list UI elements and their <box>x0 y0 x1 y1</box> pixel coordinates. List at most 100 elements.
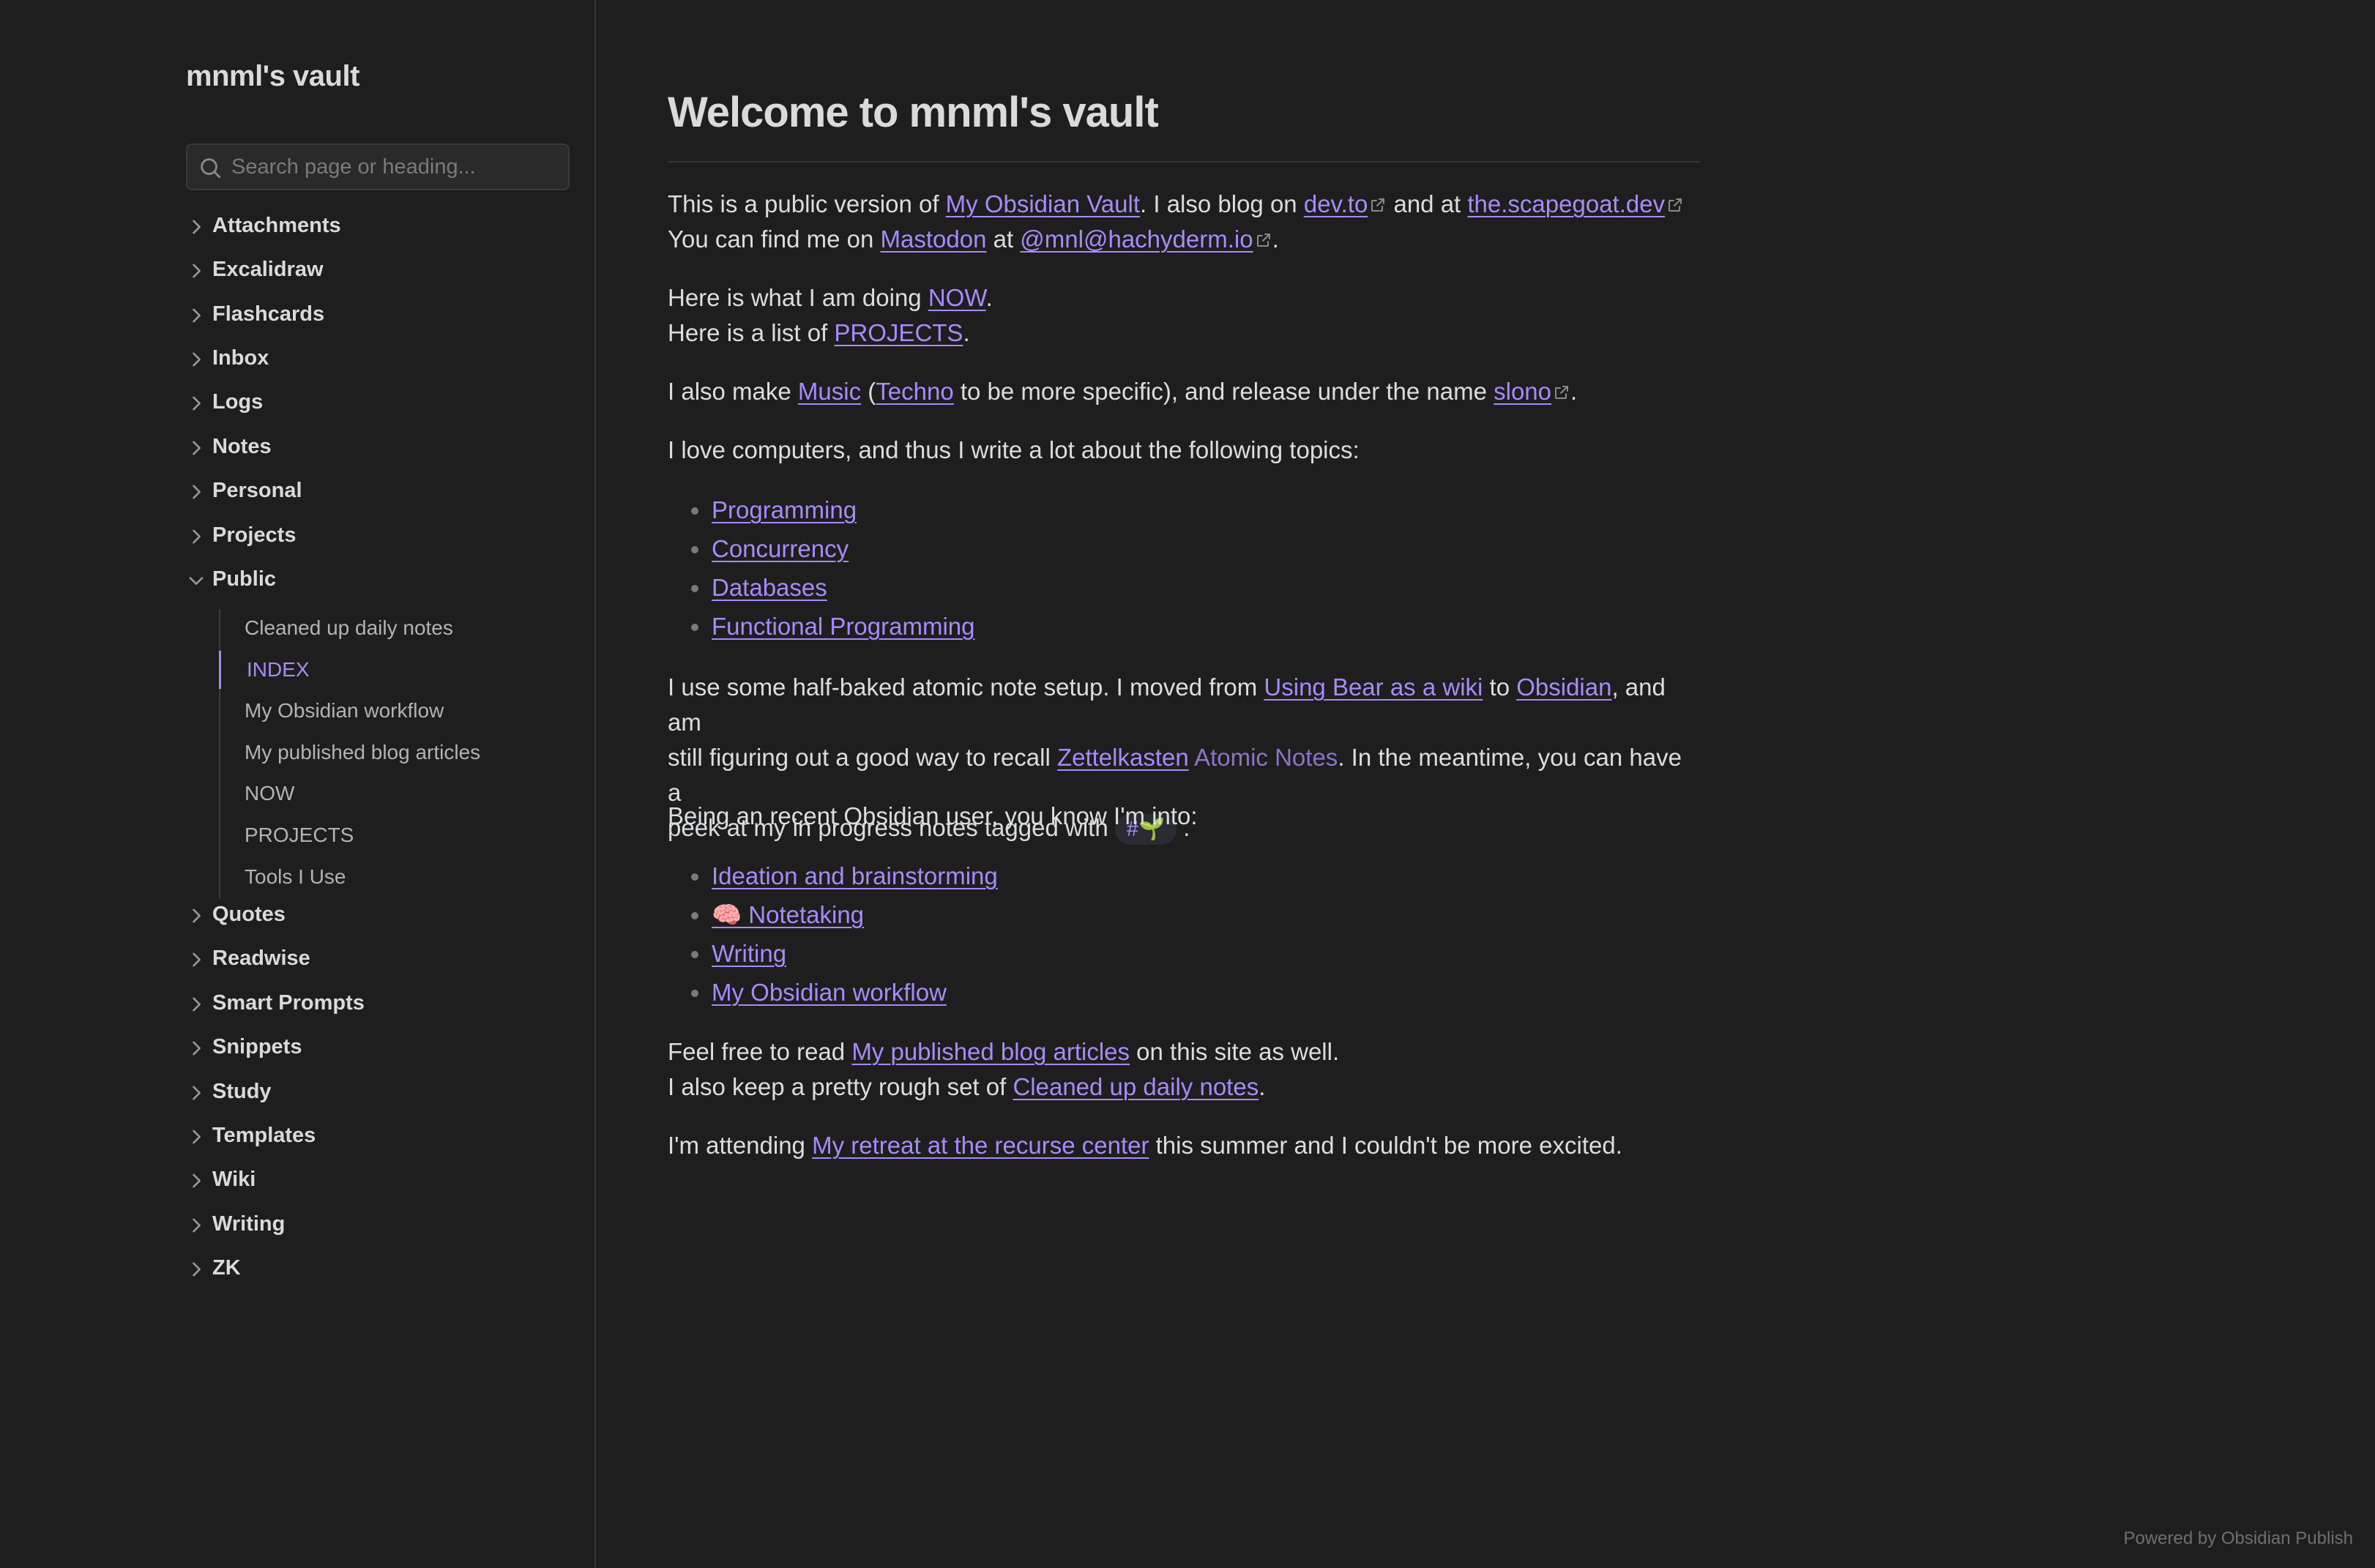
link-dev-to[interactable]: dev.to <box>1304 190 1368 217</box>
text: . <box>1570 378 1578 405</box>
list-item: Concurrency <box>668 529 975 568</box>
link-techno[interactable]: Techno <box>876 378 953 405</box>
file-now[interactable]: NOW <box>219 774 556 813</box>
chevron-right-icon <box>186 1215 206 1236</box>
link-databases[interactable]: Databases <box>712 574 827 601</box>
link-mastodon[interactable]: Mastodon <box>881 225 987 253</box>
folder-label: Projects <box>212 523 297 547</box>
folder-label: Personal <box>212 479 302 502</box>
powered-by-footer[interactable]: Powered by Obsidian Publish <box>2123 1528 2353 1549</box>
link-atomic-notes-unresolved[interactable]: Atomic Notes <box>1194 744 1338 771</box>
folder-projects[interactable]: Projects <box>186 516 567 557</box>
link-projects[interactable]: PROJECTS <box>834 319 963 346</box>
chevron-right-icon <box>186 482 206 502</box>
text: to <box>1483 673 1517 701</box>
folder-inbox[interactable]: Inbox <box>186 339 567 380</box>
folder-wiki[interactable]: Wiki <box>186 1160 567 1201</box>
interests-intro: Being an recent Obsidian user, you know … <box>668 802 1198 829</box>
link-recurse-retreat[interactable]: My retreat at the recurse center <box>812 1132 1149 1159</box>
link-music[interactable]: Music <box>798 378 861 405</box>
chevron-right-icon <box>186 349 206 370</box>
folder-snippets[interactable]: Snippets <box>186 1028 567 1069</box>
folder-label: Inbox <box>212 346 269 370</box>
text: and at <box>1387 190 1468 217</box>
intro-paragraph: This is a public version of My Obsidian … <box>668 187 1700 257</box>
link-obsidian[interactable]: Obsidian <box>1516 673 1611 701</box>
external-link-icon <box>1369 196 1387 214</box>
link-slono[interactable]: slono <box>1494 378 1551 405</box>
folder-public[interactable]: Public <box>186 560 567 601</box>
link-functional-programming[interactable]: Functional Programming <box>712 613 975 640</box>
folder-label: Logs <box>212 390 264 414</box>
folder-label: Readwise <box>212 947 310 970</box>
link-mastodon-handle[interactable]: @mnl@hachyderm.io <box>1020 225 1253 253</box>
chevron-right-icon <box>186 1083 206 1103</box>
sidebar: mnml's vault Attachments Excalidraw Flas… <box>0 0 596 1568</box>
text: I'm attending <box>668 1132 813 1159</box>
text: . <box>1272 225 1279 253</box>
folder-label: Attachments <box>212 214 341 237</box>
file-cleaned-up-daily-notes[interactable]: Cleaned up daily notes <box>219 609 556 647</box>
folder-label: Excalidraw <box>212 258 324 281</box>
search-box[interactable] <box>186 143 570 190</box>
link-zettelkasten[interactable]: Zettelkasten <box>1057 744 1189 771</box>
link-scapegoat-dev[interactable]: the.scapegoat.dev <box>1467 190 1665 217</box>
folder-zk[interactable]: ZK <box>186 1249 567 1290</box>
folder-notes[interactable]: Notes <box>186 428 567 468</box>
folder-label: Templates <box>212 1124 316 1147</box>
folder-excalidraw[interactable]: Excalidraw <box>186 250 567 291</box>
text: this summer and I couldn't be more excit… <box>1149 1132 1622 1159</box>
folder-smart-prompts[interactable]: Smart Prompts <box>186 984 567 1025</box>
file-index-active[interactable]: INDEX <box>219 651 556 689</box>
file-projects[interactable]: PROJECTS <box>219 816 556 854</box>
external-link-icon <box>1666 196 1684 214</box>
link-writing[interactable]: Writing <box>712 940 786 967</box>
folder-quotes[interactable]: Quotes <box>186 895 567 936</box>
file-label: My Obsidian workflow <box>245 699 444 722</box>
link-ideation[interactable]: Ideation and brainstorming <box>712 862 998 889</box>
link-concurrency[interactable]: Concurrency <box>712 535 849 562</box>
link-my-obsidian-workflow[interactable]: My Obsidian workflow <box>712 979 947 1006</box>
page-title: Welcome to mnml's vault <box>668 89 1159 136</box>
folder-label: Notes <box>212 435 272 458</box>
link-using-bear-as-a-wiki[interactable]: Using Bear as a wiki <box>1264 673 1483 701</box>
file-tools-i-use[interactable]: Tools I Use <box>219 858 556 896</box>
text: at <box>986 225 1021 253</box>
list-item: Functional Programming <box>668 607 975 646</box>
file-my-published-blog-articles[interactable]: My published blog articles <box>219 733 556 772</box>
folder-label: Snippets <box>212 1035 302 1059</box>
text: still figuring out a good way to recall <box>668 744 1057 771</box>
folder-study[interactable]: Study <box>186 1072 567 1113</box>
folder-label: Public <box>212 567 277 591</box>
text: I also make <box>668 378 798 405</box>
text: Feel free to read <box>668 1038 852 1065</box>
link-notetaking[interactable]: 🧠 Notetaking <box>712 901 864 928</box>
search-input[interactable] <box>231 145 561 189</box>
folder-logs[interactable]: Logs <box>186 383 567 424</box>
text: . <box>985 284 993 311</box>
chevron-right-icon <box>186 393 206 414</box>
folder-label: Study <box>212 1080 272 1103</box>
folder-personal[interactable]: Personal <box>186 471 567 512</box>
folder-label: Flashcards <box>212 302 325 326</box>
text: ( <box>861 378 876 405</box>
folder-flashcards[interactable]: Flashcards <box>186 295 567 336</box>
text: I also keep a pretty rough set of <box>668 1073 1013 1100</box>
folder-templates[interactable]: Templates <box>186 1116 567 1157</box>
site-name[interactable]: mnml's vault <box>186 60 359 93</box>
link-programming[interactable]: Programming <box>712 496 857 523</box>
link-published-blog-articles[interactable]: My published blog articles <box>851 1038 1130 1065</box>
chevron-right-icon <box>186 1038 206 1059</box>
link-cleaned-up-daily-notes[interactable]: Cleaned up daily notes <box>1013 1073 1259 1100</box>
chevron-right-icon <box>186 994 206 1015</box>
file-label: INDEX <box>247 658 310 681</box>
link-my-obsidian-vault[interactable]: My Obsidian Vault <box>946 190 1140 217</box>
interests-list: Ideation and brainstorming 🧠 Notetaking … <box>668 856 998 1012</box>
folder-label: Wiki <box>212 1168 256 1191</box>
file-my-obsidian-workflow[interactable]: My Obsidian workflow <box>219 692 556 730</box>
folder-attachments[interactable]: Attachments <box>186 206 567 247</box>
title-divider <box>668 161 1700 163</box>
folder-writing[interactable]: Writing <box>186 1205 567 1246</box>
link-now[interactable]: NOW <box>928 284 986 311</box>
folder-readwise[interactable]: Readwise <box>186 939 567 980</box>
